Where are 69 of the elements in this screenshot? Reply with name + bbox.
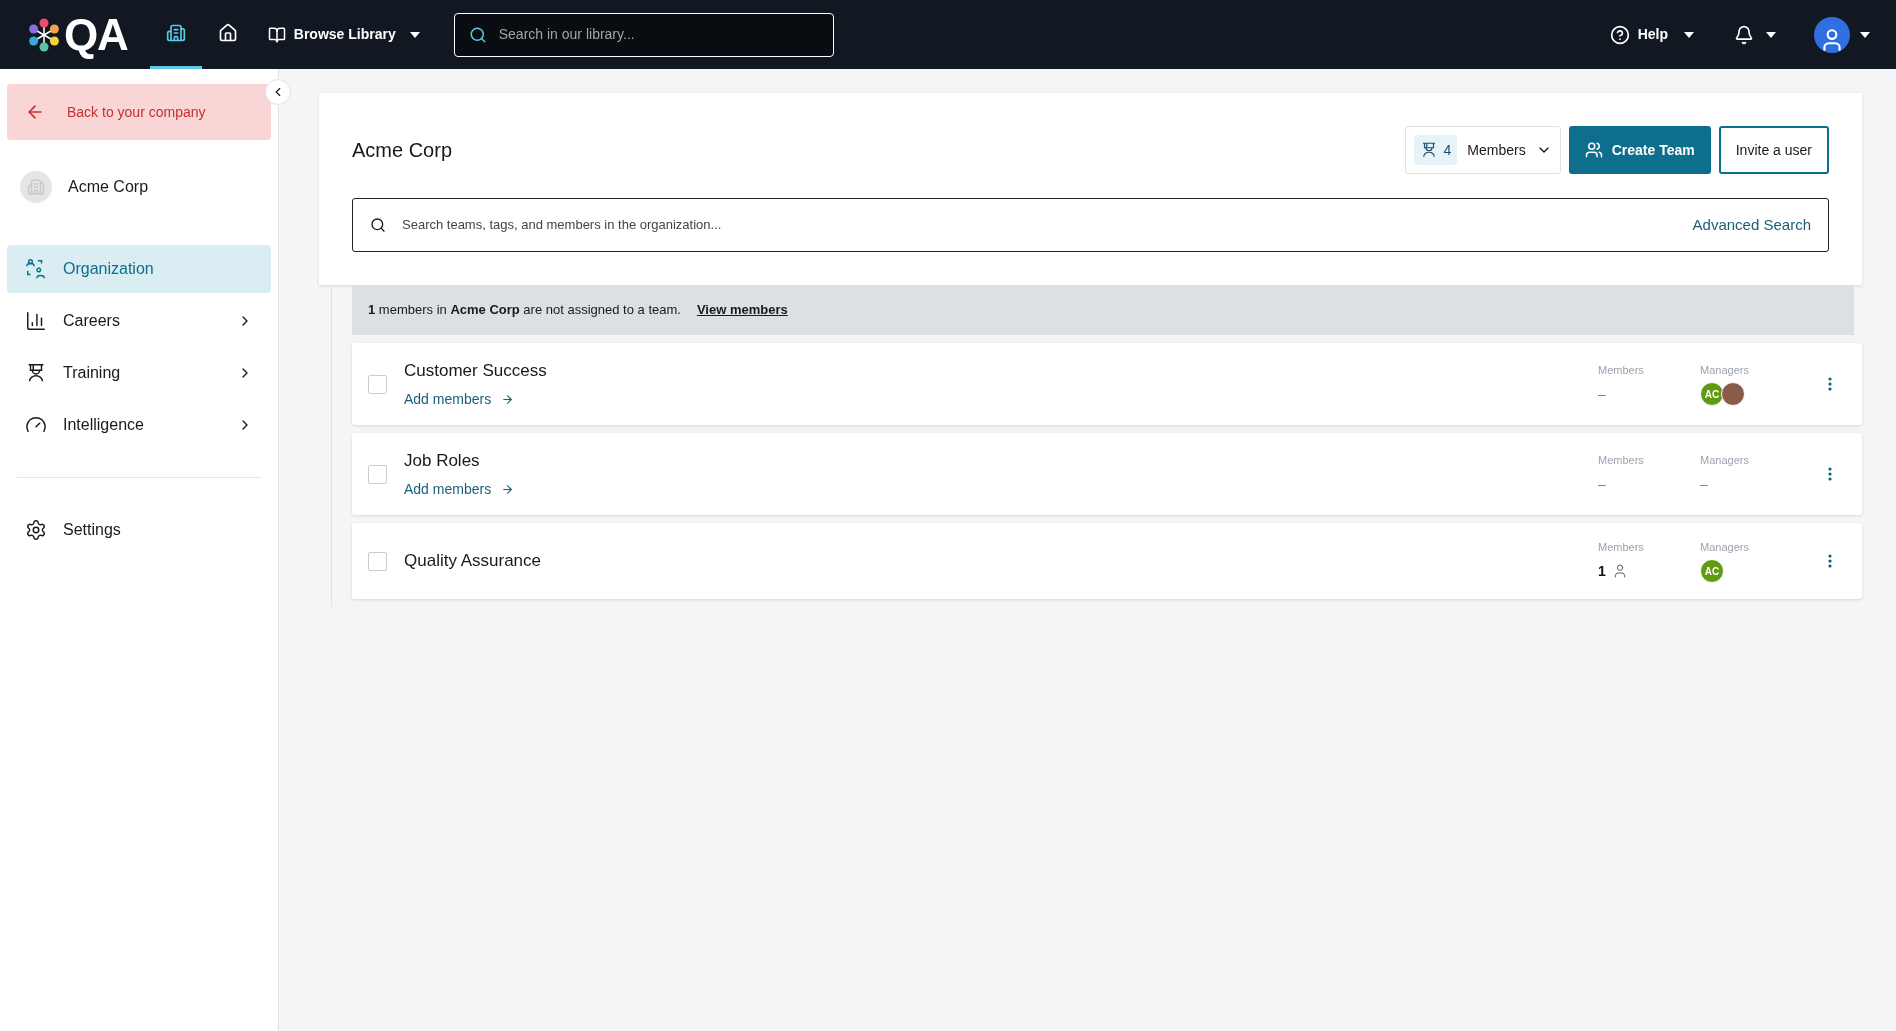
library-search-field[interactable]: Search in our library... — [453, 12, 834, 57]
search-icon — [468, 25, 487, 44]
more-options-icon — [1828, 554, 1832, 568]
add-members-link[interactable]: Add members — [404, 479, 515, 501]
notifications-button[interactable] — [1734, 24, 1776, 45]
members-dropdown[interactable]: 4 Members — [1404, 126, 1561, 174]
company-avatar — [20, 171, 52, 203]
managers-empty: – — [1700, 474, 1708, 494]
home-icon — [217, 23, 238, 43]
bar-chart-icon — [25, 310, 47, 332]
members-label: Members — [1598, 539, 1645, 555]
help-icon — [1609, 24, 1630, 45]
logo-text: QA — [64, 12, 128, 57]
search-icon — [370, 217, 386, 233]
back-to-company-button[interactable]: Back to your company — [7, 84, 271, 140]
company-name: Acme Corp — [68, 177, 149, 197]
invite-user-button[interactable]: Invite a user — [1718, 126, 1829, 174]
organization-search-input[interactable]: Search teams, tags, and members in the organization... — [402, 215, 1677, 235]
more-options-icon — [1828, 377, 1832, 391]
managers-label: Managers — [1700, 539, 1750, 555]
sidebar-item[interactable]: Careers — [7, 297, 271, 345]
managers-label: Managers — [1700, 362, 1750, 378]
library-search-input[interactable]: Search in our library... — [498, 24, 819, 45]
team-name: Customer Success — [404, 359, 548, 382]
manager-avatar: AC — [1700, 559, 1724, 584]
collapse-sidebar-button[interactable] — [265, 79, 291, 105]
team-name: Quality Assurance — [404, 550, 542, 573]
create-team-button[interactable]: Create Team — [1568, 126, 1711, 174]
team-name: Job Roles — [404, 449, 481, 472]
member-count-badge: 4 — [1413, 135, 1458, 165]
page-title: Acme Corp — [352, 138, 454, 163]
members-count: – — [1598, 384, 1606, 404]
user-avatar — [1814, 16, 1850, 53]
organization-search-field[interactable]: Search teams, tags, and members in the organization... Advanced Search — [352, 198, 1829, 252]
caret-icon — [1860, 31, 1870, 38]
caret-icon — [1684, 31, 1694, 38]
sidebar-item[interactable]: Organization — [7, 245, 271, 293]
team-checkbox[interactable] — [368, 464, 387, 484]
members-label: Members — [1598, 452, 1645, 468]
members-count: 1 — [1598, 561, 1606, 581]
manager-avatar — [1721, 382, 1745, 407]
caret-icon — [1766, 31, 1776, 38]
book-icon — [267, 25, 286, 44]
view-members-link[interactable]: View members — [696, 300, 788, 320]
advanced-search-link[interactable]: Advanced Search — [1692, 213, 1811, 237]
more-options-icon — [1828, 467, 1832, 481]
bell-icon — [1734, 24, 1754, 45]
managers-label: Managers — [1700, 452, 1750, 468]
arrow-right-icon — [501, 483, 515, 497]
team-checkbox[interactable] — [368, 374, 387, 394]
help-button[interactable]: Help — [1609, 24, 1694, 45]
members-count: – — [1598, 474, 1606, 494]
manager-avatar: AC — [1700, 382, 1724, 407]
organization-icon — [25, 258, 47, 280]
settings-icon — [25, 519, 47, 541]
sidebar-item[interactable]: Training — [7, 349, 271, 397]
unassigned-message: 1 members in Acme Corp are not assigned to a team. — [368, 301, 681, 320]
members-label: Members — [1598, 362, 1645, 378]
sidebar-item[interactable]: Intelligence — [7, 401, 271, 449]
logo-mark-icon — [26, 16, 62, 53]
building-icon — [165, 23, 186, 43]
browse-library-button[interactable]: Browse Library — [267, 24, 420, 45]
caret-icon — [409, 31, 420, 38]
settings-item[interactable]: Settings — [7, 506, 271, 554]
arrow-right-icon — [501, 393, 515, 407]
users-icon — [1584, 141, 1603, 159]
profile-button[interactable] — [1814, 16, 1870, 53]
add-members-link[interactable]: Add members — [404, 389, 515, 411]
team-checkbox[interactable] — [368, 551, 387, 571]
